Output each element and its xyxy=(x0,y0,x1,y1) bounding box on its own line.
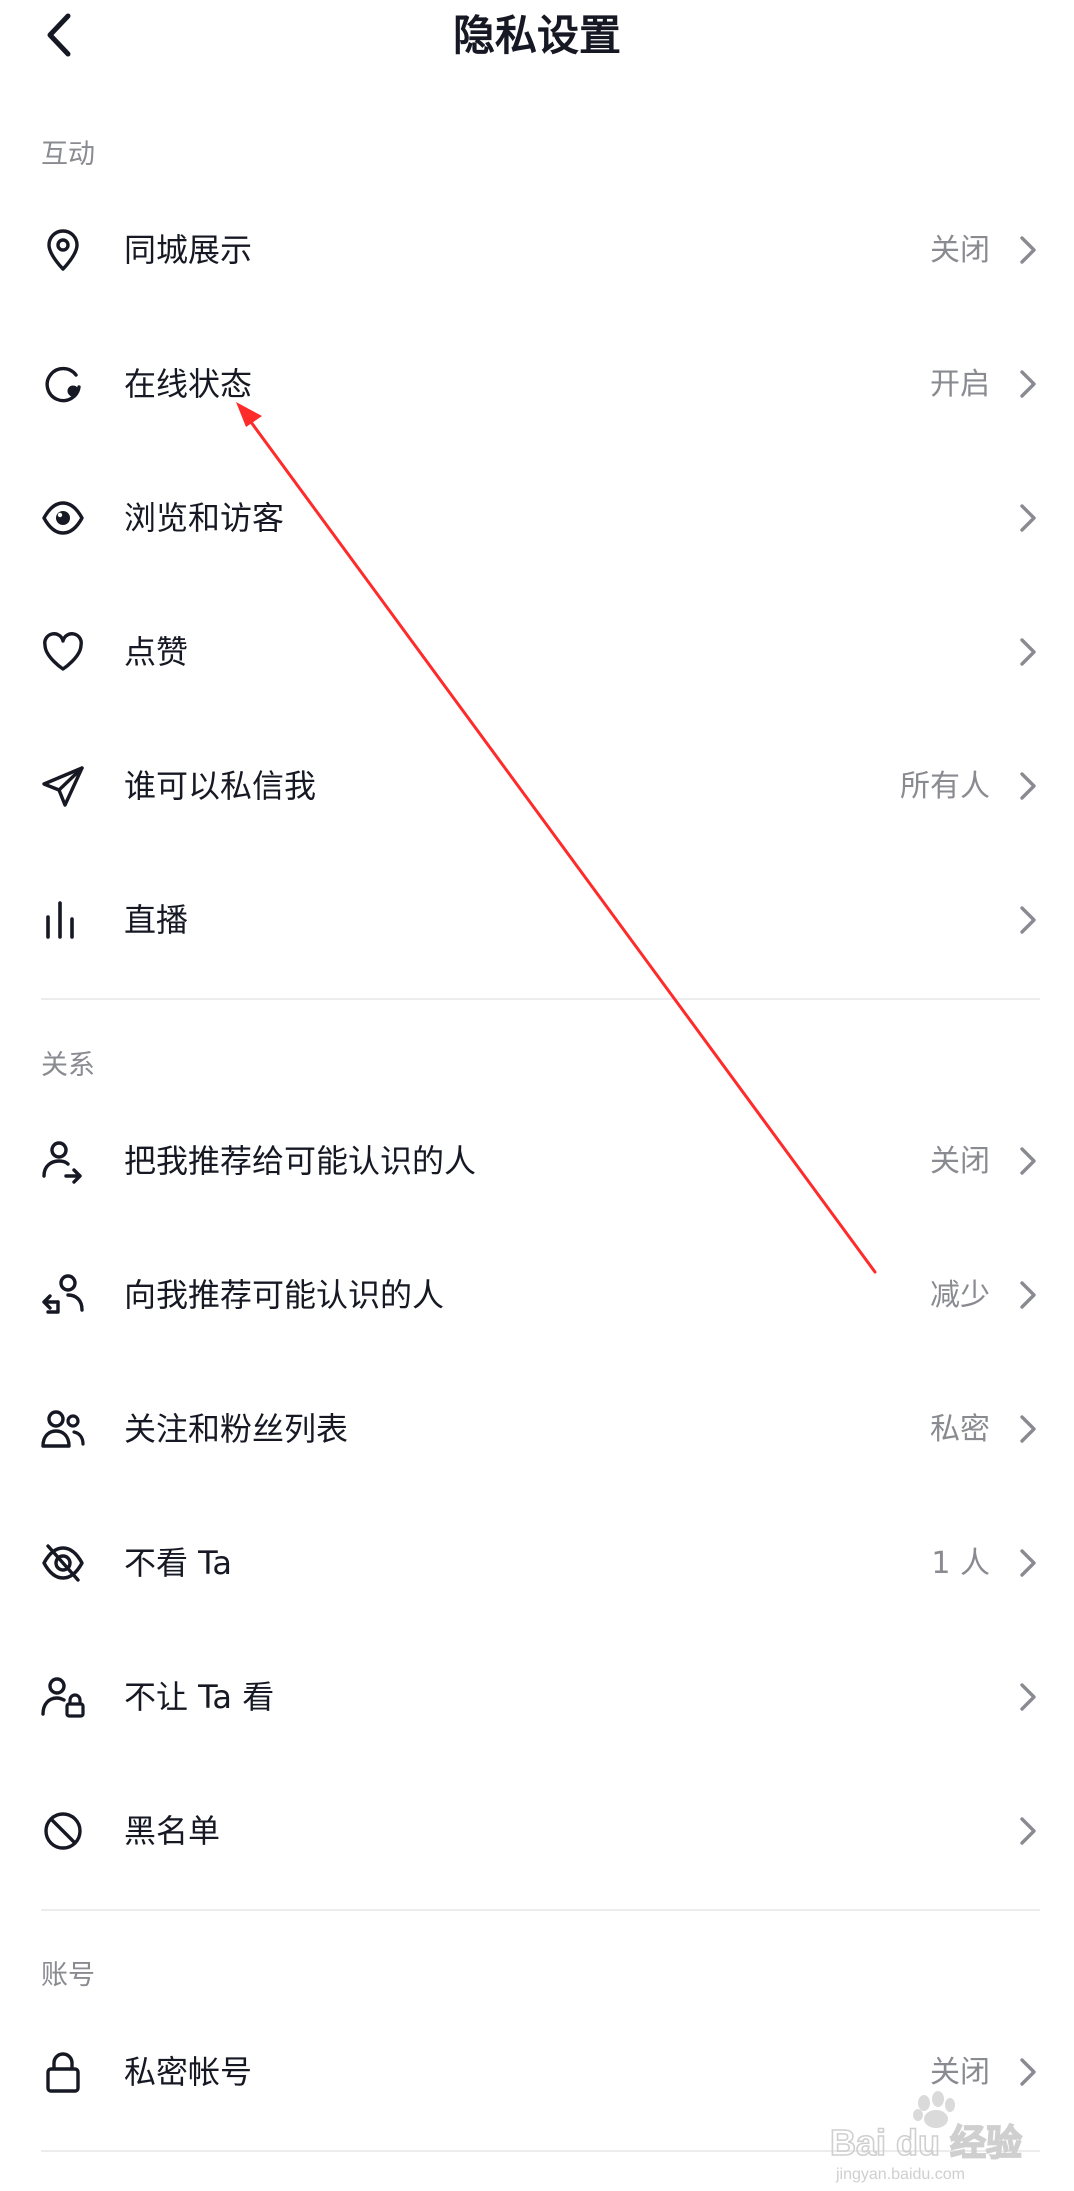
user-share-icon xyxy=(42,1141,82,1184)
chevron-right-icon xyxy=(1020,1415,1036,1443)
row-recommend-others-to-me[interactable]: 向我推荐可能认识的人 减少 xyxy=(0,1239,1074,1351)
row-label: 关注和粉丝列表 xyxy=(124,1410,349,1448)
row-live[interactable]: 直播 xyxy=(0,864,1074,976)
row-label: 把我推荐给可能认识的人 xyxy=(124,1142,477,1180)
header: 隐私设置 xyxy=(0,0,1074,80)
row-nearby-display[interactable]: 同城展示 关闭 xyxy=(0,194,1074,306)
section-divider xyxy=(41,1909,1040,1911)
row-recommend-me-to-others[interactable]: 把我推荐给可能认识的人 关闭 xyxy=(0,1105,1074,1217)
chevron-right-icon xyxy=(1020,1683,1036,1711)
eye-icon xyxy=(42,501,84,535)
row-value: 关闭 xyxy=(930,1144,990,1179)
row-value: 所有人 xyxy=(900,769,990,804)
row-views-visitors[interactable]: 浏览和访客 xyxy=(0,462,1074,574)
row-label: 在线状态 xyxy=(124,365,253,403)
row-label: 同城展示 xyxy=(124,231,253,269)
chevron-right-icon xyxy=(1020,1549,1036,1577)
row-value: 1 人 xyxy=(931,1546,990,1581)
location-pin-icon xyxy=(47,229,79,271)
section-label-relationship: 关系 xyxy=(41,1050,95,1081)
chevron-right-icon xyxy=(1020,772,1036,800)
user-lock-icon xyxy=(41,1677,85,1718)
row-dont-see-them[interactable]: 不看 Ta 1 人 xyxy=(0,1507,1074,1619)
section-label-account: 账号 xyxy=(41,1960,95,1991)
chevron-right-icon xyxy=(1020,638,1036,666)
eye-off-icon xyxy=(42,1544,84,1582)
row-label: 直播 xyxy=(124,901,189,939)
row-label: 浏览和访客 xyxy=(124,499,285,537)
lock-icon xyxy=(46,2052,80,2093)
chevron-right-icon xyxy=(1020,370,1036,398)
chevron-right-icon xyxy=(1020,1817,1036,1845)
baidu-paw-logo: Bai du 经验 jingyan.baidu.com xyxy=(829,2091,1023,2183)
chevron-right-icon xyxy=(1020,504,1036,532)
row-label: 私密帐号 xyxy=(124,2053,253,2091)
row-label: 不看 Ta xyxy=(124,1544,233,1582)
block-icon xyxy=(44,1812,82,1850)
row-value: 减少 xyxy=(930,1278,990,1313)
row-label: 向我推荐可能认识的人 xyxy=(124,1276,445,1314)
chevron-right-icon xyxy=(1020,2058,1036,2086)
page-title: 隐私设置 xyxy=(452,11,621,60)
online-status-icon xyxy=(45,366,81,403)
row-follow-fans-list[interactable]: 关注和粉丝列表 私密 xyxy=(0,1373,1074,1485)
section-label-interaction: 互动 xyxy=(41,139,95,170)
row-who-can-message[interactable]: 谁可以私信我 所有人 xyxy=(0,730,1074,842)
row-likes[interactable]: 点赞 xyxy=(0,596,1074,708)
row-label: 不让 Ta 看 xyxy=(124,1678,275,1716)
row-blacklist[interactable]: 黑名单 xyxy=(0,1775,1074,1887)
chevron-right-icon xyxy=(1020,1147,1036,1175)
live-bars-icon xyxy=(46,901,74,939)
row-label: 点赞 xyxy=(124,633,189,671)
users-icon xyxy=(41,1410,85,1448)
watermark-text: Bai du 经验 xyxy=(830,2122,1022,2163)
row-label: 谁可以私信我 xyxy=(124,767,317,805)
watermark-domain: jingyan.baidu.com xyxy=(835,2166,965,2183)
chevron-right-icon xyxy=(1020,1281,1036,1309)
paper-plane-icon xyxy=(42,766,84,807)
row-online-status[interactable]: 在线状态 开启 xyxy=(0,328,1074,440)
row-value: 关闭 xyxy=(930,233,990,268)
row-value: 开启 xyxy=(930,367,990,402)
chevron-right-icon xyxy=(1020,906,1036,934)
row-hide-from-them[interactable]: 不让 Ta 看 xyxy=(0,1641,1074,1753)
baidu-watermark: Bai du 经验 jingyan.baidu.com xyxy=(828,2085,1064,2185)
chevron-right-icon xyxy=(1020,236,1036,264)
section-divider xyxy=(41,998,1040,1000)
user-recommend-icon xyxy=(42,1274,84,1314)
row-label: 黑名单 xyxy=(124,1812,221,1850)
row-value: 私密 xyxy=(930,1412,990,1447)
heart-icon xyxy=(43,632,83,671)
